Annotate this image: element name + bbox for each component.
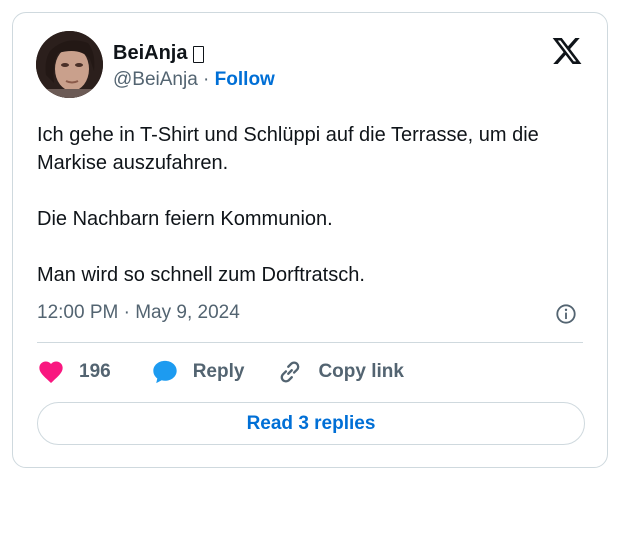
- tweet-text: Ich gehe in T-Shirt und Schlüppi auf die…: [37, 121, 587, 289]
- read-replies-button[interactable]: Read 3 replies: [37, 402, 585, 445]
- reply-label: Reply: [192, 361, 245, 382]
- tweet-paragraph: Man wird so schnell zum Dorftratsch.: [37, 264, 365, 286]
- author-handle[interactable]: @BeiAnja: [113, 69, 198, 90]
- copy-link-label: Copy link: [318, 361, 404, 382]
- avatar[interactable]: [36, 31, 103, 98]
- tweet-paragraph: Die Nachbarn feiern Kommunion.: [37, 208, 333, 230]
- tweet-timestamp[interactable]: 12:00 PM · May 9, 2024: [37, 301, 240, 325]
- tweet-paragraph: Ich gehe in T-Shirt und Schlüppi auf die…: [37, 124, 539, 174]
- emoji-placeholder-icon: [193, 45, 205, 63]
- reply-button[interactable]: Reply: [151, 358, 245, 386]
- heart-icon: [39, 361, 63, 383]
- author-handle-line: @BeiAnja · Follow: [113, 68, 275, 92]
- author-name-line: BeiAnja: [113, 40, 205, 66]
- info-icon[interactable]: [555, 303, 577, 325]
- tweet-actions: 196 Reply Copy link: [37, 356, 404, 388]
- copy-link-button[interactable]: Copy link: [276, 358, 404, 386]
- like-count: 196: [79, 361, 111, 382]
- author-display-name[interactable]: BeiAnja: [113, 40, 187, 66]
- link-icon: [281, 361, 300, 383]
- follow-button[interactable]: Follow: [215, 69, 275, 90]
- x-logo-icon[interactable]: [550, 35, 584, 67]
- tweet-card: BeiAnja @BeiAnja · Follow Ich gehe in T-…: [12, 12, 608, 468]
- like-button[interactable]: 196: [37, 358, 111, 386]
- divider: [37, 342, 583, 343]
- avatar-image: [36, 31, 103, 98]
- reply-bubble-icon: [153, 360, 177, 384]
- handle-separator: ·: [197, 69, 215, 90]
